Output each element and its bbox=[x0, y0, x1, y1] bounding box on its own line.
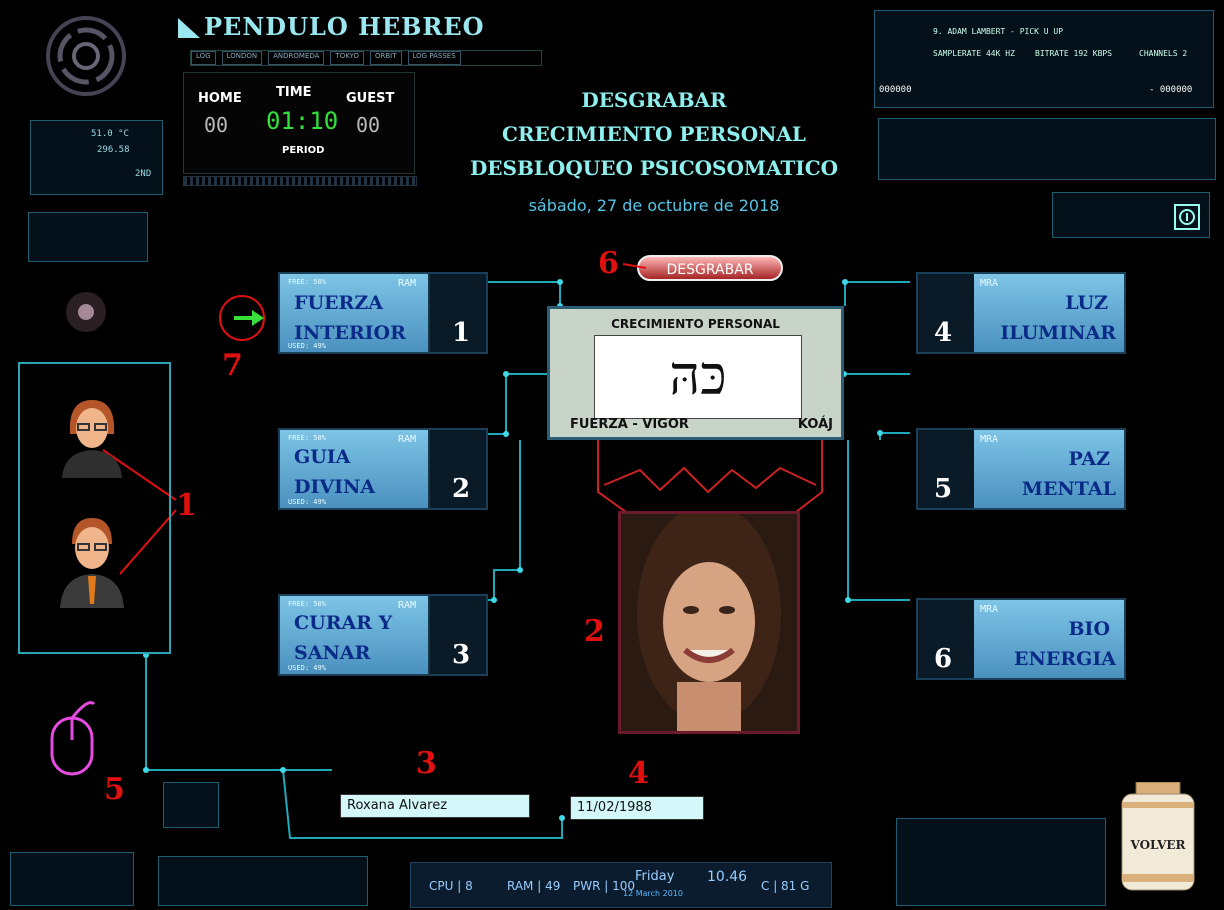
mouse-icon[interactable] bbox=[48, 694, 98, 782]
annotation-2: 2 bbox=[584, 614, 605, 649]
value-readout: 296.58 bbox=[97, 145, 130, 155]
person-photo bbox=[618, 511, 800, 734]
center-card-meaning: FUERZA - VIGOR bbox=[570, 417, 689, 432]
signal-graph-panel bbox=[878, 118, 1216, 180]
waveform-panel bbox=[28, 212, 148, 262]
annotation-3: 3 bbox=[416, 746, 437, 781]
bitrate-label: BITRATE 192 KBPS bbox=[1035, 49, 1113, 58]
hebrew-letters: כּהּ bbox=[669, 344, 727, 407]
taskbar: CPU | 8 RAM | 49 PWR | 100 Friday 12 Mar… bbox=[410, 862, 832, 908]
card-ram-label: RAM bbox=[398, 278, 417, 289]
channels-label: CHANNELS 2 bbox=[1139, 49, 1188, 58]
users-panel bbox=[18, 362, 171, 654]
card-number: 6 bbox=[934, 644, 953, 674]
samplerate-label: SAMPLERATE 44K HZ bbox=[933, 49, 1015, 58]
center-card-name: KOÁJ bbox=[797, 417, 833, 432]
card-number: 2 bbox=[452, 474, 471, 504]
card-number: 1 bbox=[452, 318, 471, 348]
center-letter-card: CRECIMIENTO PERSONAL כּהּ FUERZA - VIGOR… bbox=[547, 306, 844, 440]
annotation-6: 6 bbox=[598, 246, 619, 281]
volver-button[interactable]: VOLVER bbox=[1118, 781, 1198, 892]
left-bottom-panel bbox=[10, 852, 134, 906]
card-line1: GUIA bbox=[294, 446, 351, 468]
jar-icon bbox=[1121, 781, 1195, 891]
female-user-avatar-icon[interactable] bbox=[58, 394, 124, 478]
card-paz-mental[interactable]: MRA PAZ MENTAL 5 bbox=[916, 428, 1126, 510]
card-line2: DIVINA bbox=[294, 476, 376, 498]
card-tag: USED: 49% bbox=[288, 342, 326, 350]
hebrew-letter-box: כּהּ bbox=[594, 335, 802, 419]
card-ram-label: MRA bbox=[980, 434, 999, 445]
card-number: 3 bbox=[452, 640, 471, 670]
card-bio-energia[interactable]: MRA BIO ENERGIA 6 bbox=[916, 598, 1126, 680]
time-right: - 000000 bbox=[1149, 85, 1193, 95]
center-card-title: CRECIMIENTO PERSONAL bbox=[611, 317, 780, 331]
card-ram-label: MRA bbox=[980, 604, 999, 615]
male-user-avatar-icon[interactable] bbox=[58, 514, 124, 608]
mini-readout-panel bbox=[163, 782, 219, 828]
annotation-1: 1 bbox=[176, 488, 197, 523]
cpu-graph-panel bbox=[896, 818, 1106, 906]
annotation-7: 7 bbox=[222, 348, 243, 383]
card-line1: BIO bbox=[1068, 618, 1111, 640]
card-ram-label: MRA bbox=[980, 278, 999, 289]
upload-icon[interactable] bbox=[1174, 204, 1200, 234]
mode-readout: 2ND bbox=[135, 169, 152, 179]
taskbar-day: Friday bbox=[635, 869, 675, 884]
taskbar-storage: C | 81 G bbox=[761, 879, 810, 893]
fan-icon bbox=[64, 290, 108, 338]
taskbar-time: 10.46 bbox=[707, 869, 748, 885]
card-number: 5 bbox=[934, 474, 953, 504]
card-fuerza-interior[interactable]: FREE: 50% RAM FUERZA INTERIOR USED: 49% … bbox=[278, 272, 488, 354]
play-arrow-button[interactable] bbox=[216, 294, 272, 348]
card-ram-label: RAM bbox=[398, 434, 417, 445]
card-line2: ENERGIA bbox=[1014, 648, 1116, 670]
track-title: 9. ADAM LAMBERT - PICK U UP bbox=[933, 27, 1064, 36]
taskbar-ram: RAM | 49 bbox=[507, 879, 561, 893]
card-luz-iluminar[interactable]: MRA LUZ ILUMINAR 4 bbox=[916, 272, 1126, 354]
taskbar-cpu: CPU | 8 bbox=[429, 879, 473, 893]
card-line1: PAZ bbox=[1068, 448, 1110, 470]
card-tag: FREE: 50% bbox=[288, 434, 326, 442]
annotation-4: 4 bbox=[628, 756, 649, 791]
card-line2: SANAR bbox=[294, 642, 371, 664]
cpu-stats-panel bbox=[158, 856, 368, 906]
volver-label: VOLVER bbox=[1130, 838, 1186, 852]
card-tag: FREE: 50% bbox=[288, 600, 326, 608]
birthdate-input[interactable]: 11/02/1988 bbox=[570, 796, 704, 820]
system-monitor-panel: 51.0 °C 296.58 2ND bbox=[30, 120, 163, 195]
card-line2: ILUMINAR bbox=[1000, 322, 1116, 344]
name-input[interactable]: Roxana Alvarez bbox=[340, 794, 530, 818]
card-line1: FUERZA bbox=[294, 292, 383, 314]
taskbar-date: 12 March 2010 bbox=[623, 889, 684, 898]
card-guia-divina[interactable]: FREE: 50% RAM GUIA DIVINA USED: 49% 2 bbox=[278, 428, 488, 510]
card-line2: MENTAL bbox=[1021, 478, 1116, 500]
time-left: 000000 bbox=[879, 85, 912, 95]
card-line1: LUZ bbox=[1065, 292, 1108, 314]
card-line1: CURAR Y bbox=[294, 612, 393, 634]
card-tag: USED: 49% bbox=[288, 498, 326, 506]
temp-readout: 51.0 °C bbox=[91, 129, 129, 139]
person-portrait-icon bbox=[621, 514, 797, 731]
card-line2: INTERIOR bbox=[294, 322, 406, 344]
card-number: 4 bbox=[934, 318, 953, 348]
card-ram-label: RAM bbox=[398, 600, 417, 611]
media-player-panel: 9. ADAM LAMBERT - PICK U UP SAMPLERATE 4… bbox=[874, 10, 1214, 108]
annotation-5: 5 bbox=[104, 772, 125, 807]
card-tag: FREE: 50% bbox=[288, 278, 326, 286]
card-curar-y-sanar[interactable]: FREE: 50% RAM CURAR Y SANAR USED: 49% 3 bbox=[278, 594, 488, 676]
card-tag: USED: 49% bbox=[288, 664, 326, 672]
